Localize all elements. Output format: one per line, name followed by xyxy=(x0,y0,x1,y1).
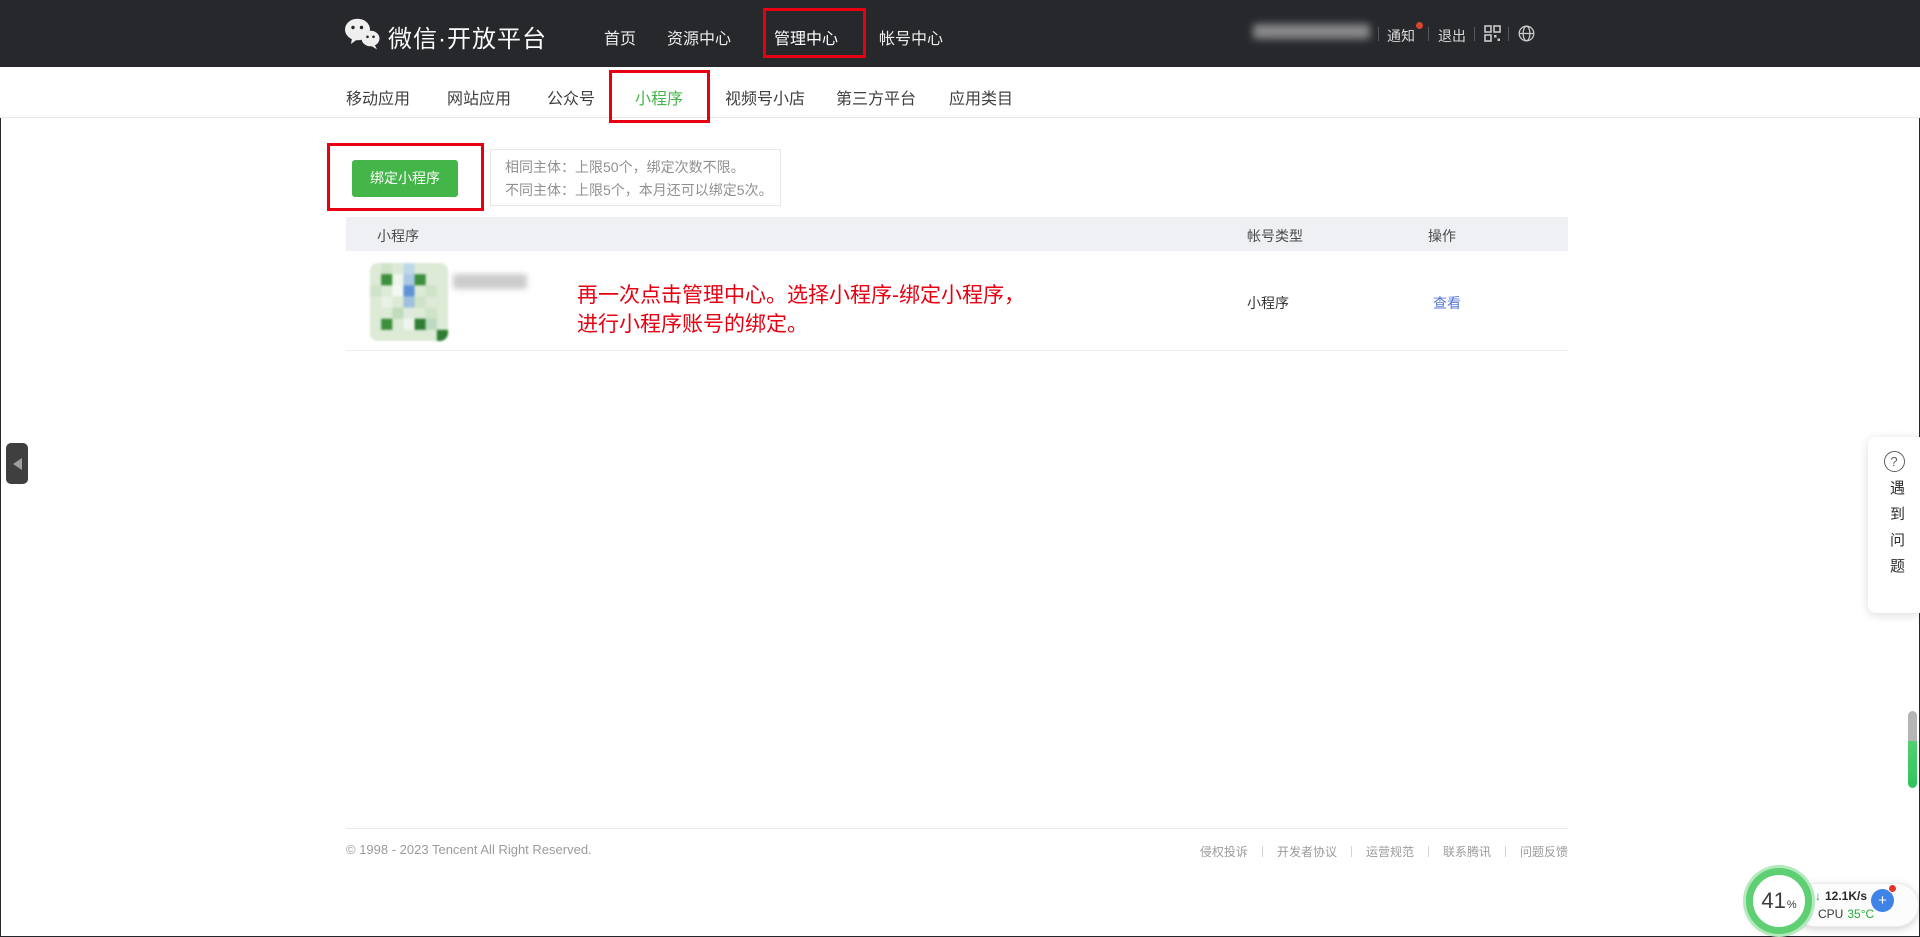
quota-info-box: 相同主体：上限50个，绑定次数不限。 不同主体：上限5个，本月还可以绑定5次。 xyxy=(490,149,781,206)
top-nav-resource-center[interactable]: 资源中心 xyxy=(667,25,731,49)
sidebar-collapse-tab[interactable] xyxy=(6,443,28,484)
column-action: 操作 xyxy=(1428,226,1456,246)
separator xyxy=(1262,846,1263,857)
collapse-arrow-icon xyxy=(13,458,22,470)
footer-links: 侵权投诉 开发者协议 运营规范 联系腾讯 问题反馈 xyxy=(1200,843,1568,860)
footer-link-operation-rules[interactable]: 运营规范 xyxy=(1366,843,1414,860)
question-mark-icon: ? xyxy=(1884,451,1905,472)
language-globe-icon[interactable] xyxy=(1518,25,1535,42)
top-nav-home[interactable]: 首页 xyxy=(604,25,636,49)
top-header-bar: 微信·开放平台 首页 资源中心 管理中心 帐号中心 通知 退出 xyxy=(0,0,1920,67)
separator xyxy=(1428,27,1429,41)
top-nav-account-center[interactable]: 帐号中心 xyxy=(879,25,943,49)
qr-code-icon[interactable] xyxy=(1484,25,1501,42)
separator xyxy=(1428,846,1429,857)
table-row: 再一次点击管理中心。选择小程序-绑定小程序， 进行小程序账号的绑定。 小程序 查… xyxy=(346,251,1568,351)
indicator-grey-segment xyxy=(1908,711,1917,741)
tab-website-app[interactable]: 网站应用 xyxy=(447,85,511,109)
column-account-type: 帐号类型 xyxy=(1247,226,1303,246)
download-speed-value: 12.1K/s xyxy=(1825,889,1867,903)
separator xyxy=(1378,27,1379,41)
tab-channels-shop[interactable]: 视频号小店 xyxy=(725,85,805,109)
footer-link-developer-agreement[interactable]: 开发者协议 xyxy=(1277,843,1337,860)
footer: © 1998 - 2023 Tencent All Right Reserved… xyxy=(346,828,1568,873)
highlight-box-management-center xyxy=(763,8,866,58)
edge-scroll-indicator[interactable] xyxy=(1908,711,1917,788)
usage-percent-unit: % xyxy=(1787,899,1797,911)
secondary-nav-bar: 移动应用 网站应用 公众号 小程序 视频号小店 第三方平台 应用类目 xyxy=(0,67,1920,118)
tab-app-category[interactable]: 应用类目 xyxy=(949,85,1013,109)
notifications-link[interactable]: 通知 xyxy=(1387,26,1415,46)
usage-percent-value: 41 xyxy=(1761,888,1785,914)
view-link[interactable]: 查看 xyxy=(1433,293,1461,313)
highlight-box-miniprogram-tab xyxy=(609,70,710,123)
wechat-logo-icon xyxy=(344,17,380,50)
cpu-temperature: 35°C xyxy=(1847,907,1874,921)
memory-usage-ring[interactable]: 41 % xyxy=(1746,868,1812,934)
help-widget-label: 遇到问题 xyxy=(1886,480,1902,584)
table-header: 小程序 帐号类型 操作 xyxy=(346,217,1568,251)
highlight-box-bind-button xyxy=(327,143,484,211)
footer-link-feedback[interactable]: 问题反馈 xyxy=(1520,843,1568,860)
notification-dot xyxy=(1416,22,1423,29)
help-widget[interactable]: ? 遇到问题 xyxy=(1868,437,1920,613)
avatar-mosaic xyxy=(370,263,448,341)
tab-third-party-platform[interactable]: 第三方平台 xyxy=(836,85,916,109)
separator xyxy=(1474,27,1475,41)
miniprogram-name-blurred xyxy=(453,274,527,289)
account-type-value: 小程序 xyxy=(1247,293,1289,313)
network-speed: ↓ 12.1K/s xyxy=(1815,889,1867,903)
monitor-alert-dot xyxy=(1888,884,1897,893)
footer-link-contact-tencent[interactable]: 联系腾讯 xyxy=(1443,843,1491,860)
copyright-text: © 1998 - 2023 Tencent All Right Reserved… xyxy=(346,842,592,857)
footer-link-infringement[interactable]: 侵权投诉 xyxy=(1200,843,1248,860)
tab-mobile-app[interactable]: 移动应用 xyxy=(346,85,410,109)
download-arrow-icon: ↓ xyxy=(1815,889,1821,903)
tutorial-annotation: 再一次点击管理中心。选择小程序-绑定小程序， 进行小程序账号的绑定。 xyxy=(577,281,1025,339)
tab-official-account[interactable]: 公众号 xyxy=(547,85,595,109)
indicator-green-segment xyxy=(1908,741,1917,788)
brand-title: 微信·开放平台 xyxy=(388,19,547,54)
separator xyxy=(1505,846,1506,857)
separator xyxy=(1508,27,1509,41)
cpu-label: CPU xyxy=(1818,907,1843,921)
quota-line-same-subject: 相同主体：上限50个，绑定次数不限。 xyxy=(505,156,780,179)
miniprogram-avatar xyxy=(370,263,448,341)
separator xyxy=(1351,846,1352,857)
wechat-open-platform-page: 微信·开放平台 首页 资源中心 管理中心 帐号中心 通知 退出 xyxy=(0,0,1920,937)
quota-line-different-subject: 不同主体：上限5个，本月还可以绑定5次。 xyxy=(505,179,780,202)
cpu-status: CPU 35°C xyxy=(1818,907,1874,921)
annotation-line-1: 再一次点击管理中心。选择小程序-绑定小程序， xyxy=(577,281,1025,310)
column-miniprogram: 小程序 xyxy=(377,226,419,246)
username-blurred[interactable] xyxy=(1253,24,1370,39)
logout-link[interactable]: 退出 xyxy=(1438,26,1466,46)
annotation-line-2: 进行小程序账号的绑定。 xyxy=(577,310,1025,339)
